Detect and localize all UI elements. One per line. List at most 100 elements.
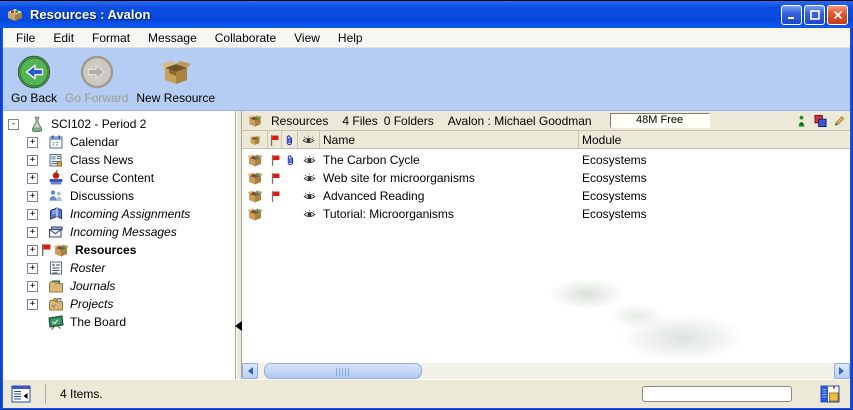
go-forward-label: Go Forward [63, 91, 130, 105]
collapse-icon[interactable]: - [8, 119, 19, 130]
tree-item-class-news[interactable]: + Class News [3, 151, 235, 169]
flag-icon [268, 169, 282, 187]
column-viewed-icon[interactable] [298, 131, 320, 149]
panel-title: Resources [271, 114, 328, 128]
splitter-collapse-arrow-icon[interactable] [230, 321, 242, 331]
view-mode-icon[interactable] [814, 114, 827, 128]
tree-item-label: The Board [68, 315, 128, 329]
tree-item-label: Calendar [68, 135, 121, 149]
column-header-row: Name Module [242, 131, 850, 149]
expand-icon[interactable]: + [27, 281, 38, 292]
resource-box-icon [242, 205, 268, 223]
expand-icon[interactable]: + [27, 209, 38, 220]
title-bar: Resources : Avalon [0, 1, 853, 28]
resources-panel: Resources 4 Files 0 Folders Avalon : Mic… [242, 111, 850, 379]
mail-icon [48, 224, 64, 240]
journal-folder-icon [48, 278, 64, 294]
resource-row[interactable]: Web site for microorganisms Ecosystems [242, 169, 850, 187]
expand-icon[interactable]: + [27, 173, 38, 184]
go-back-label: Go Back [9, 91, 59, 105]
expand-icon[interactable]: + [27, 299, 38, 310]
status-divider [45, 384, 46, 404]
tree-item-incoming-messages[interactable]: + Incoming Messages [3, 223, 235, 241]
scrollbar-thumb[interactable] [264, 363, 422, 379]
column-attachment-icon[interactable] [282, 131, 298, 149]
tree-item-course-content[interactable]: + Course Content [3, 169, 235, 187]
user-presence-icon[interactable] [795, 114, 808, 128]
tree-item-the-board[interactable]: The Board [3, 313, 235, 331]
resource-row[interactable]: The Carbon Cycle Ecosystems [242, 151, 850, 169]
expand-icon[interactable]: + [27, 137, 38, 148]
panel-info-bar: Resources 4 Files 0 Folders Avalon : Mic… [242, 111, 850, 131]
maximize-button[interactable] [804, 5, 825, 25]
tree-item-resources[interactable]: + Resources [3, 241, 235, 259]
tree-item-roster[interactable]: + Roster [3, 259, 235, 277]
close-button[interactable] [827, 5, 848, 25]
expand-icon[interactable]: + [27, 191, 38, 202]
go-back-button[interactable]: Go Back [9, 54, 59, 105]
column-name-header[interactable]: Name [320, 131, 579, 149]
resource-box-icon [242, 187, 268, 205]
status-bar: 4 Items. [3, 379, 850, 408]
app-window: Resources : Avalon File Edit Format Mess… [0, 0, 853, 410]
status-progress-box [642, 386, 792, 402]
menu-edit[interactable]: Edit [44, 29, 83, 47]
viewed-eye-icon [298, 205, 320, 223]
newspaper-icon [48, 152, 64, 168]
roster-icon [48, 260, 64, 276]
viewed-eye-icon [298, 169, 320, 187]
people-icon [48, 188, 64, 204]
horizontal-scrollbar[interactable] [242, 363, 850, 379]
column-flag-icon[interactable] [268, 131, 282, 149]
resource-row[interactable]: Advanced Reading Ecosystems [242, 187, 850, 205]
resource-row[interactable]: Tutorial: Microorganisms Ecosystems [242, 205, 850, 223]
tree-item-projects[interactable]: + Projects [3, 295, 235, 313]
flag-icon [41, 243, 51, 257]
menu-collaborate[interactable]: Collaborate [206, 29, 285, 47]
flask-icon [29, 116, 45, 132]
menu-view[interactable]: View [285, 29, 329, 47]
new-resource-button[interactable]: New Resource [134, 54, 217, 105]
tree-item-incoming-assignments[interactable]: + Incoming Assignments [3, 205, 235, 223]
resource-box-icon [242, 169, 268, 187]
tree-item-journals[interactable]: + Journals [3, 277, 235, 295]
menu-bar: File Edit Format Message Collaborate Vie… [3, 28, 850, 48]
menu-file[interactable]: File [7, 29, 44, 47]
toggle-tree-pane-icon[interactable] [11, 385, 33, 404]
scroll-left-arrow-icon[interactable] [242, 363, 258, 379]
tree-item-sci102[interactable]: - SCI102 - Period 2 [3, 115, 235, 133]
expand-icon[interactable]: + [27, 227, 38, 238]
attachment-empty [282, 205, 298, 223]
resource-module: Ecosystems [579, 169, 850, 187]
viewed-eye-icon [298, 151, 320, 169]
tree-item-discussions[interactable]: + Discussions [3, 187, 235, 205]
menu-format[interactable]: Format [83, 29, 139, 47]
toolbar: Go Back Go Forward New Resource [3, 48, 850, 111]
edit-pencil-icon[interactable] [833, 114, 846, 128]
tree-item-label: SCI102 - Period 2 [49, 117, 148, 131]
expand-icon[interactable]: + [27, 245, 38, 256]
minimize-button[interactable] [781, 5, 802, 25]
tree-item-label: Resources [73, 243, 138, 257]
expand-icon[interactable]: + [27, 263, 38, 274]
resource-module: Ecosystems [579, 187, 850, 205]
flag-icon [268, 187, 282, 205]
resource-module: Ecosystems [579, 205, 850, 223]
toggle-layout-icon[interactable] [820, 385, 842, 404]
apple-books-icon [48, 170, 64, 186]
tree-item-calendar[interactable]: + Calendar [3, 133, 235, 151]
expand-icon[interactable]: + [27, 155, 38, 166]
new-resource-box-icon [157, 54, 195, 90]
window-frame-left [0, 28, 3, 410]
menu-message[interactable]: Message [139, 29, 206, 47]
column-item-icon[interactable] [242, 131, 268, 149]
projects-folder-icon [48, 296, 64, 312]
tree-item-label: Incoming Assignments [68, 207, 192, 221]
chalkboard-icon [48, 314, 64, 330]
column-module-header[interactable]: Module [579, 131, 850, 149]
menu-help[interactable]: Help [329, 29, 372, 47]
scroll-right-arrow-icon[interactable] [834, 363, 850, 379]
go-forward-icon [78, 54, 116, 90]
tree-item-label: Journals [68, 279, 117, 293]
resource-module: Ecosystems [579, 151, 850, 169]
